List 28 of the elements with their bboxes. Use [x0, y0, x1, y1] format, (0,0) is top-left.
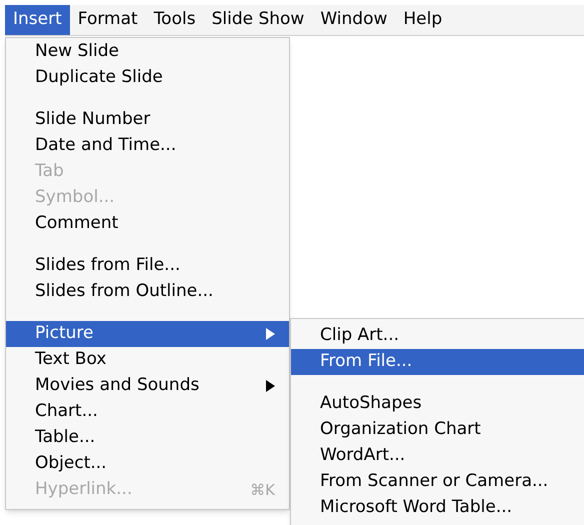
menu-item[interactable]: Object... — [6, 451, 289, 477]
menu-item[interactable]: AutoShapes — [291, 391, 584, 417]
menu-bar-item[interactable]: Help — [395, 5, 450, 35]
submenu-arrow-icon — [265, 328, 275, 340]
menu-bar-item[interactable]: Tools — [146, 5, 204, 35]
menu-item[interactable]: Text Box — [6, 347, 289, 373]
menu-item[interactable]: Duplicate Slide — [6, 65, 289, 91]
menu-item[interactable]: Movies and Sounds — [6, 373, 289, 399]
menu-bar-item[interactable]: Format — [70, 5, 146, 35]
menu-item[interactable]: Picture — [6, 321, 289, 347]
menu-bar-item[interactable]: Window — [312, 5, 396, 35]
menu-item[interactable]: Slide Number — [6, 107, 289, 133]
menu-item[interactable]: Organization Chart — [291, 417, 584, 443]
menu-item[interactable]: Clip Art... — [291, 323, 584, 349]
menu-bar-item[interactable]: Slide Show — [204, 5, 312, 35]
submenu-arrow-icon — [265, 380, 275, 392]
menu-item[interactable]: Slides from Outline... — [6, 279, 289, 305]
menu-item[interactable]: Slides from File... — [6, 253, 289, 279]
menu-item[interactable]: New Slide — [6, 39, 289, 65]
menu-item[interactable]: Comment — [6, 211, 289, 237]
menu-item[interactable]: Table... — [6, 425, 289, 451]
menu-item[interactable]: WordArt... — [291, 443, 584, 469]
menu-bar-item[interactable]: Insert — [5, 5, 70, 35]
menu-item[interactable]: Date and Time... — [6, 133, 289, 159]
menu-item[interactable]: Chart... — [6, 399, 289, 425]
menu-item[interactable]: Microsoft Word Table... — [291, 495, 584, 521]
menu-item[interactable]: From File... — [291, 349, 584, 375]
menu-item[interactable]: From Scanner or Camera... — [291, 469, 584, 495]
